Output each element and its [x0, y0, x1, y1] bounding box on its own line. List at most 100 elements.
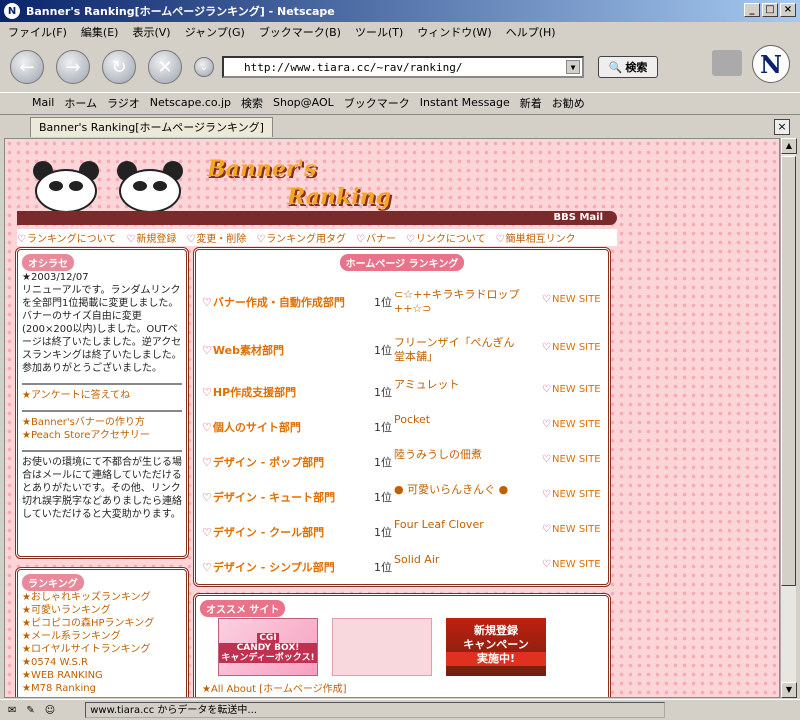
menu-go[interactable]: ジャンプ(G): [185, 24, 245, 40]
ranking-link[interactable]: ★0574 W.S.R: [22, 656, 182, 669]
ranking-site[interactable]: Solid Air: [394, 553, 524, 567]
vertical-scrollbar[interactable]: ▲ ▼: [780, 138, 797, 698]
url-history-button[interactable]: ⌄: [194, 57, 214, 77]
banner-howto-link[interactable]: ★Banner'sバナーの作り方: [22, 416, 182, 429]
personal-radio[interactable]: ラジオ: [107, 95, 140, 111]
personal-new[interactable]: 新着: [520, 95, 542, 111]
contact-note: お使いの環境にて不都合が生じる場合はメールにて連絡していただけるとありがたいです…: [22, 457, 182, 520]
ranking-row: バナー作成・自動作成部門 1位 ⊂☆++キラキラドロップ++☆⊃ NEW SIT…: [202, 286, 602, 320]
nav-register[interactable]: 新規登録: [126, 230, 176, 245]
personal-mail[interactable]: Mail: [32, 96, 54, 109]
menu-window[interactable]: ウィンドウ(W): [417, 24, 491, 40]
ranking-site[interactable]: 陸うみうしの佃煮: [394, 448, 524, 462]
banner1-line3: キャンディーボックス!: [219, 653, 317, 663]
ranking-link[interactable]: ★WEB RANKING: [22, 669, 182, 682]
ranking-site[interactable]: Pocket: [394, 413, 524, 427]
recommended-title: オススメ サイト: [200, 600, 286, 617]
menu-edit[interactable]: 編集(E): [81, 24, 119, 40]
peach-store-link[interactable]: ★Peach Storeアクセサリー: [22, 429, 182, 442]
scroll-up-icon[interactable]: ▲: [781, 138, 797, 154]
banner1-line2: CANDY BOX!: [219, 643, 317, 653]
ranking-link[interactable]: ★ピコピコの森HPランキング: [22, 617, 182, 630]
new-site-link[interactable]: NEW SITE: [542, 384, 601, 395]
menu-view[interactable]: 表示(V): [132, 24, 170, 40]
minimize-button[interactable]: _: [744, 3, 760, 17]
menu-file[interactable]: ファイル(F): [8, 24, 67, 40]
nav-tags[interactable]: ランキング用タグ: [256, 230, 346, 245]
netscape-logo[interactable]: N: [752, 45, 790, 83]
ranking-row: HP作成支援部門 1位 アミュレット NEW SITE: [202, 376, 602, 410]
new-site-link[interactable]: NEW SITE: [542, 454, 601, 465]
maximize-button[interactable]: □: [762, 3, 778, 17]
ranking-category[interactable]: デザイン - クール部門: [202, 524, 324, 540]
ranking-link[interactable]: ★可愛いランキング: [22, 604, 182, 617]
nav-banner[interactable]: バナー: [356, 230, 396, 245]
ranking-link[interactable]: ★おしゃれキッズランキング: [22, 591, 182, 604]
url-bar[interactable]: http://www.tiara.cc/~rav/ranking/ ▼: [222, 56, 584, 78]
new-site-link[interactable]: NEW SITE: [542, 524, 601, 535]
personal-recommend[interactable]: お勧め: [552, 95, 585, 111]
reload-button[interactable]: ↻: [102, 50, 136, 84]
ranking-link[interactable]: ★M78 Ranking: [22, 682, 182, 695]
nav-links[interactable]: リンクについて: [406, 230, 486, 245]
ranking-site[interactable]: Four Leaf Clover: [394, 518, 524, 532]
ranking-category[interactable]: バナー作成・自動作成部門: [202, 294, 345, 310]
ranking-category[interactable]: HP作成支援部門: [202, 384, 296, 400]
nav-about[interactable]: ランキングについて: [17, 230, 116, 245]
header-bar-links[interactable]: BBS Mail: [17, 211, 617, 225]
ranking-category[interactable]: デザイン - キュート部門: [202, 489, 335, 505]
menu-help[interactable]: ヘルプ(H): [506, 24, 556, 40]
tab-current[interactable]: Banner's Ranking[ホームページランキング]: [30, 116, 273, 137]
ranking-category[interactable]: デザイン - シンプル部門: [202, 559, 335, 575]
new-site-link[interactable]: NEW SITE: [542, 294, 601, 305]
personal-search[interactable]: 検索: [241, 95, 263, 111]
personal-netscape[interactable]: Netscape.co.jp: [150, 96, 231, 109]
navigation-toolbar: ← → ↻ ✕ ⌄ http://www.tiara.cc/~rav/ranki…: [0, 42, 800, 92]
site-logo[interactable]: Banner's Ranking: [207, 155, 391, 211]
new-site-link[interactable]: NEW SITE: [542, 559, 601, 570]
personal-im[interactable]: Instant Message: [420, 96, 510, 109]
ranking-site[interactable]: アミュレット: [394, 378, 524, 392]
ranking-link[interactable]: ★メール系ランキング: [22, 630, 182, 643]
close-tab-button[interactable]: ×: [774, 119, 790, 135]
stop-button[interactable]: ✕: [148, 50, 182, 84]
all-about-link[interactable]: ★All About [ホームページ作成]: [202, 680, 347, 695]
back-arrow-icon: ←: [19, 56, 35, 78]
ranking-row: デザイン - クール部門 1位 Four Leaf Clover NEW SIT…: [202, 516, 602, 550]
scroll-down-icon[interactable]: ▼: [781, 682, 797, 698]
nav-edit[interactable]: 変更・削除: [186, 230, 246, 245]
composer-icon[interactable]: ✎: [26, 705, 34, 716]
ranking-category[interactable]: デザイン - ポップ部門: [202, 454, 324, 470]
ranking-site[interactable]: ⊂☆++キラキラドロップ++☆⊃: [394, 288, 524, 316]
logo-line1: Banner's: [207, 156, 317, 182]
cgi-candy-box-banner[interactable]: CGI CANDY BOX! キャンディーボックス!: [218, 618, 318, 676]
new-site-link[interactable]: NEW SITE: [542, 342, 601, 353]
ranking-category[interactable]: Web素材部門: [202, 342, 284, 358]
im-icon[interactable]: ☺: [45, 705, 55, 716]
menu-bookmarks[interactable]: ブックマーク(B): [259, 24, 341, 40]
menu-tools[interactable]: ツール(T): [355, 24, 403, 40]
new-site-link[interactable]: NEW SITE: [542, 419, 601, 430]
campaign-banner[interactable]: 新規登録 キャンペーン 実施中!: [446, 618, 546, 676]
survey-link[interactable]: ★アンケートに答えてね: [22, 390, 130, 401]
back-button[interactable]: ←: [10, 50, 44, 84]
site-banner-2[interactable]: [332, 618, 432, 676]
ranking-site[interactable]: フリーンザイ「ぺんぎん堂本舗」: [394, 336, 524, 364]
print-icon[interactable]: [712, 50, 742, 76]
scroll-thumb[interactable]: [781, 156, 796, 586]
new-site-link[interactable]: NEW SITE: [542, 489, 601, 500]
url-dropdown-icon[interactable]: ▼: [566, 60, 580, 74]
personal-home[interactable]: ホーム: [64, 95, 97, 111]
mail-status-icon[interactable]: ✉: [8, 705, 16, 716]
nav-mutual-link[interactable]: 簡単相互リンク: [496, 230, 576, 245]
url-input[interactable]: http://www.tiara.cc/~rav/ranking/: [244, 61, 463, 74]
ranking-site[interactable]: ● 可愛いらんきんぐ ●: [394, 483, 524, 497]
personal-shop[interactable]: Shop@AOL: [273, 96, 334, 109]
ranking-link[interactable]: ★ロイヤルサイトランキング: [22, 643, 182, 656]
close-button[interactable]: ×: [780, 3, 796, 17]
personal-bookmarks[interactable]: ブックマーク: [344, 95, 410, 111]
search-button[interactable]: 🔍 検索: [598, 56, 658, 78]
forward-button[interactable]: →: [56, 50, 90, 84]
ranking-category[interactable]: 個人のサイト部門: [202, 419, 301, 435]
ranking-row: 個人のサイト部門 1位 Pocket NEW SITE: [202, 411, 602, 445]
